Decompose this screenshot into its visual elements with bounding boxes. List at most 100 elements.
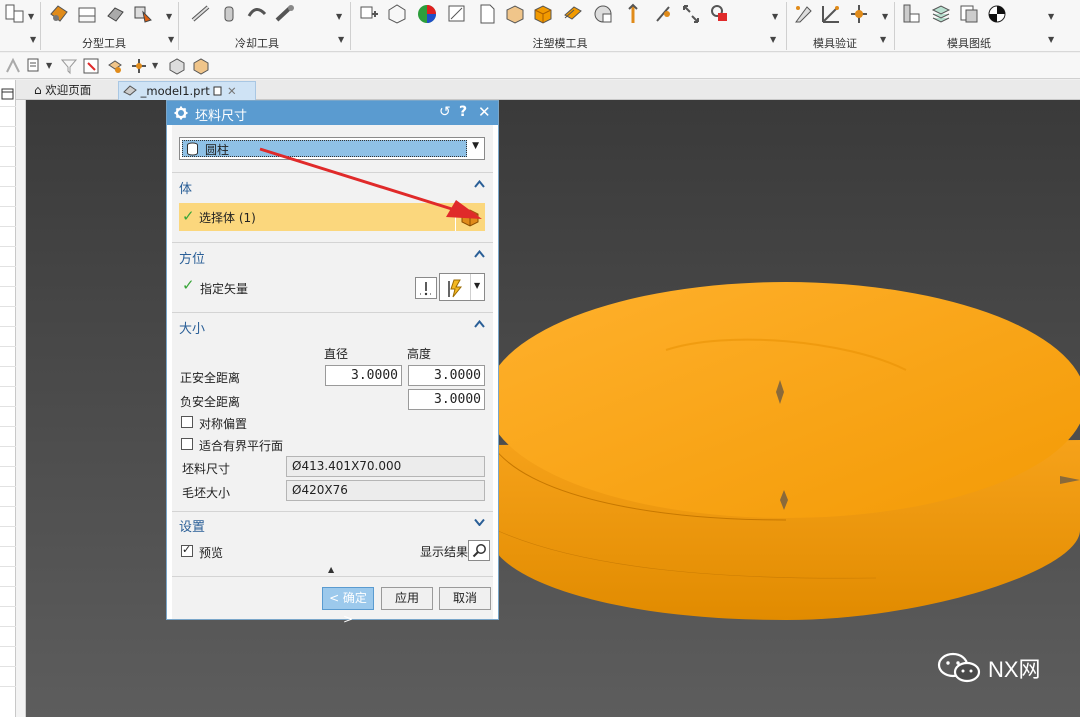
home-icon: ⌂ bbox=[34, 83, 42, 97]
watermark: NX网 bbox=[936, 652, 1056, 684]
select-body-icon[interactable] bbox=[460, 208, 480, 227]
group-dropdown-icon[interactable]: ▼ bbox=[30, 35, 36, 44]
neg-height-input[interactable]: 3.0000 bbox=[408, 389, 485, 410]
snap-icon[interactable] bbox=[4, 57, 22, 75]
show-result-button[interactable] bbox=[468, 540, 490, 561]
dropdown-arrow-icon[interactable]: ▼ bbox=[166, 12, 172, 21]
chevron-up-icon[interactable] bbox=[474, 180, 485, 188]
close-icon[interactable]: ✕ bbox=[478, 103, 491, 121]
dropdown-arrow-icon[interactable]: ▼ bbox=[336, 12, 342, 21]
section-orientation-header[interactable]: 方位 bbox=[172, 243, 493, 269]
stock-type-select[interactable]: 圆柱 ▼ bbox=[179, 137, 485, 160]
gate-icon[interactable] bbox=[708, 2, 730, 26]
snap-point-icon[interactable] bbox=[130, 57, 148, 75]
assembly-drawing-icon[interactable] bbox=[900, 2, 922, 26]
watermark-text: NX网 bbox=[988, 657, 1041, 682]
dropdown-arrow-icon[interactable]: ▼ bbox=[152, 61, 158, 70]
split-body-icon[interactable] bbox=[562, 2, 584, 26]
pos-diameter-input[interactable]: 3.0000 bbox=[325, 365, 402, 386]
symmetric-offset-label: 对称偏置 bbox=[199, 417, 248, 431]
dialog-title-bar[interactable]: 坯料尺寸 ↺ ? ✕ bbox=[167, 101, 498, 125]
reset-icon[interactable]: ↺ bbox=[439, 104, 451, 120]
surface-icon[interactable] bbox=[76, 2, 98, 26]
type-filter-icon[interactable] bbox=[60, 57, 78, 75]
hole-table-icon[interactable] bbox=[986, 2, 1008, 26]
select-body-row[interactable]: ✓ 选择体 (1) bbox=[179, 203, 485, 231]
modified-icon bbox=[213, 86, 222, 96]
point-move-icon[interactable] bbox=[848, 2, 870, 26]
chevron-up-icon[interactable] bbox=[474, 320, 485, 328]
section-size-header[interactable]: 大小 bbox=[172, 313, 493, 339]
section-settings-header[interactable]: 设置 bbox=[172, 511, 493, 537]
vector-dialog-button[interactable] bbox=[415, 277, 437, 299]
dropdown-arrow-icon[interactable]: ▼ bbox=[46, 61, 52, 70]
sketch-icon[interactable] bbox=[446, 2, 468, 26]
solid-trim-icon[interactable] bbox=[358, 2, 380, 26]
color-wheel-icon[interactable] bbox=[416, 2, 438, 26]
cooling-plug-icon[interactable] bbox=[218, 2, 240, 26]
stack-plates-icon[interactable] bbox=[930, 2, 952, 26]
component-drawing-icon[interactable] bbox=[958, 2, 980, 26]
sheet-icon[interactable] bbox=[476, 2, 498, 26]
apply-button[interactable]: 应用 bbox=[381, 587, 433, 610]
close-tab-icon[interactable]: ✕ bbox=[227, 84, 237, 98]
parting-tool-icon[interactable] bbox=[48, 2, 70, 26]
chevron-down-icon[interactable]: ▼ bbox=[474, 281, 480, 290]
tab-model[interactable]: _model1.prt ✕ bbox=[118, 81, 256, 100]
vector-type-select[interactable]: ▼ bbox=[439, 273, 485, 301]
cylinder-top[interactable] bbox=[486, 282, 1080, 518]
group-dropdown-icon[interactable]: ▼ bbox=[168, 35, 174, 44]
symmetric-offset-checkbox[interactable] bbox=[181, 416, 193, 428]
region-icon[interactable] bbox=[104, 2, 126, 26]
stock-type-value: 圆柱 bbox=[205, 143, 230, 157]
wireframe-icon[interactable] bbox=[386, 2, 408, 26]
cooling-connect-icon[interactable] bbox=[246, 2, 268, 26]
box-icon[interactable] bbox=[504, 2, 526, 26]
cooling-channel-icon[interactable] bbox=[190, 2, 212, 26]
wechat-logo-icon bbox=[937, 652, 981, 683]
cooling-extend-icon[interactable] bbox=[274, 2, 296, 26]
dropdown-arrow-icon[interactable]: ▼ bbox=[28, 12, 34, 21]
dropdown-arrow-icon[interactable]: ▼ bbox=[772, 12, 778, 21]
show-solid-icon[interactable] bbox=[168, 57, 186, 75]
filter-menu-icon[interactable] bbox=[26, 57, 44, 75]
stock-size-icon[interactable] bbox=[532, 2, 554, 26]
check-icon: ✓ bbox=[182, 207, 195, 225]
section-body-header[interactable]: 体 bbox=[172, 173, 493, 199]
dropdown-arrow-icon[interactable]: ▼ bbox=[1048, 12, 1054, 21]
group-dropdown-icon[interactable]: ▼ bbox=[880, 35, 886, 44]
group-dropdown-icon[interactable]: ▼ bbox=[1048, 35, 1054, 44]
blank-size-field: Ø420X76 bbox=[286, 480, 485, 501]
tab-welcome[interactable]: ⌂ 欢迎页面 bbox=[30, 81, 116, 100]
section-body-title: 体 bbox=[179, 182, 193, 197]
move-icon[interactable] bbox=[680, 2, 702, 26]
magnifier-icon bbox=[472, 544, 486, 558]
ok-button[interactable]: < 确定 > bbox=[322, 587, 374, 626]
group-dropdown-icon[interactable]: ▼ bbox=[770, 35, 776, 44]
check-wall-icon[interactable] bbox=[792, 2, 814, 26]
collapse-arrow-icon[interactable]: ▲ bbox=[328, 565, 334, 574]
layout-icon[interactable] bbox=[4, 2, 26, 26]
cancel-button[interactable]: 取消 bbox=[439, 587, 491, 610]
panel-icon[interactable] bbox=[1, 88, 14, 100]
pos-height-input[interactable]: 3.0000 bbox=[408, 365, 485, 386]
select-region-icon[interactable] bbox=[82, 57, 100, 75]
reference-circle-icon[interactable] bbox=[652, 2, 674, 26]
preview-checkbox[interactable]: ✓ bbox=[181, 543, 193, 557]
fit-bounded-plane-checkbox[interactable] bbox=[181, 438, 193, 450]
dropdown-arrow-icon[interactable]: ▼ bbox=[882, 12, 888, 21]
draft-analysis-icon[interactable] bbox=[820, 2, 842, 26]
select-feature-icon[interactable] bbox=[106, 57, 124, 75]
replace-solid-icon[interactable] bbox=[592, 2, 614, 26]
show-wire-icon[interactable] bbox=[192, 57, 210, 75]
extend-solid-icon[interactable] bbox=[622, 2, 644, 26]
check-icon: ✓ bbox=[182, 276, 195, 294]
group-label-cooling: 冷却工具 bbox=[235, 37, 279, 50]
help-icon[interactable]: ? bbox=[459, 104, 467, 120]
chevron-down-icon[interactable] bbox=[474, 518, 485, 526]
patch-icon[interactable] bbox=[132, 2, 154, 26]
gear-icon[interactable] bbox=[174, 106, 188, 120]
group-dropdown-icon[interactable]: ▼ bbox=[338, 35, 344, 44]
chevron-down-icon[interactable]: ▼ bbox=[472, 141, 479, 151]
chevron-up-icon[interactable] bbox=[474, 250, 485, 258]
